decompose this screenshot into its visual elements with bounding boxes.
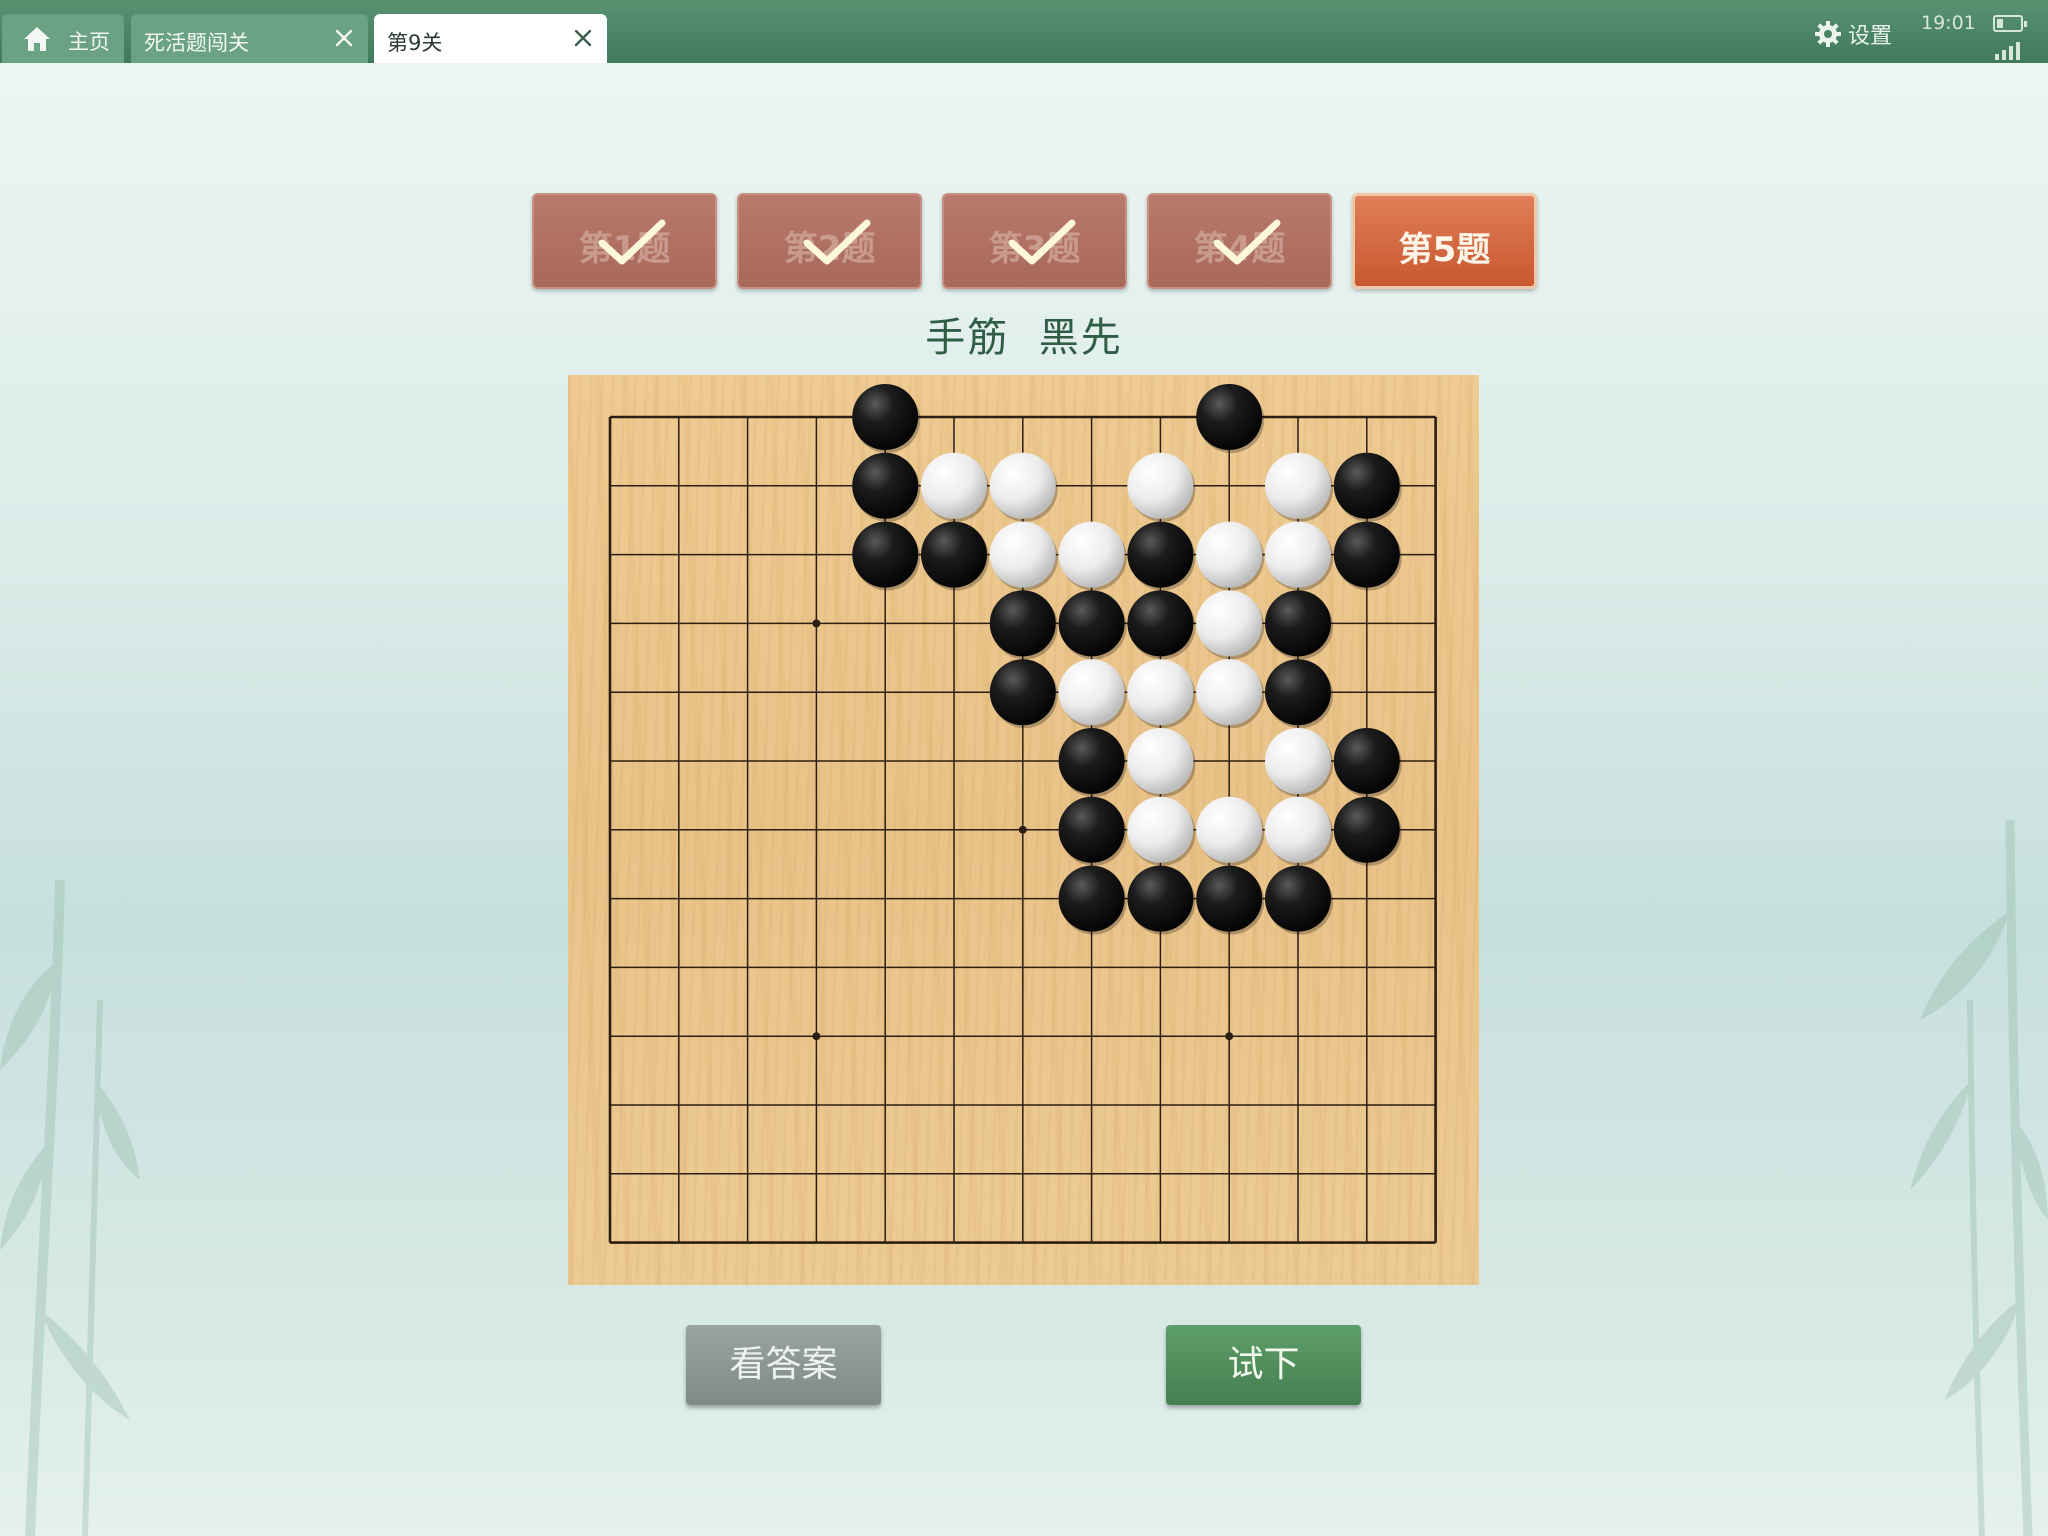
home-icon	[24, 27, 50, 51]
white-stone	[1127, 796, 1194, 863]
settings-button[interactable]: 设置	[1814, 18, 1892, 50]
white-stone	[1265, 728, 1331, 794]
black-stone	[1127, 865, 1194, 932]
star-point	[812, 619, 821, 628]
problem-selector: 第1题 第2题 第3题 第4题 第5题	[0, 193, 2048, 289]
black-stone	[1333, 728, 1400, 794]
black-stone	[1127, 590, 1194, 657]
black-stone	[852, 521, 919, 588]
go-board[interactable]	[568, 375, 1479, 1285]
white-stone	[1058, 659, 1125, 726]
tab-label: 主页	[68, 30, 110, 54]
black-stone	[1196, 384, 1263, 450]
black-stone	[1265, 865, 1331, 932]
battery-icon	[1993, 15, 2027, 32]
black-stone	[1058, 796, 1125, 863]
white-stone	[921, 452, 987, 519]
black-stone	[1058, 728, 1125, 794]
black-stone	[1333, 796, 1400, 863]
black-stone	[1127, 521, 1194, 588]
white-stone	[1196, 521, 1263, 588]
problem-5-button[interactable]: 第5题	[1352, 193, 1537, 289]
black-stone	[1333, 452, 1400, 519]
problem-2-button[interactable]: 第2题	[737, 193, 922, 289]
star-point	[812, 1032, 821, 1041]
tab-life-death-challenge[interactable]: 死活题闯关	[131, 14, 368, 63]
star-point	[1225, 1032, 1234, 1041]
white-stone	[1196, 659, 1263, 726]
check-icon	[803, 219, 871, 265]
problem-3-button[interactable]: 第3题	[942, 193, 1127, 289]
white-stone	[1127, 728, 1194, 794]
white-stone	[1058, 521, 1125, 588]
problem-label: 第5题	[1398, 230, 1491, 270]
check-icon	[598, 219, 666, 265]
gear-icon	[1815, 21, 1841, 47]
white-stone	[989, 452, 1056, 519]
bamboo-decoration-left	[0, 880, 140, 1536]
white-stone	[1265, 521, 1331, 588]
white-stone	[1127, 452, 1194, 519]
top-bar: 主页 死活题闯关 第9关 设置 19:01	[0, 0, 2048, 63]
black-stone	[1058, 590, 1125, 657]
board-grid	[608, 384, 1437, 1244]
signal-icon	[1995, 38, 2025, 60]
clock: 19:01	[1921, 12, 1976, 34]
problem-4-button[interactable]: 第4题	[1147, 193, 1332, 289]
try-move-button[interactable]: 试下	[1166, 1325, 1361, 1405]
black-stone	[989, 590, 1056, 657]
check-icon	[1008, 219, 1076, 265]
white-stone	[1196, 796, 1263, 863]
bamboo-decoration-right	[1910, 820, 2048, 1536]
black-stone	[921, 521, 987, 588]
tab-label: 死活题闯关	[144, 31, 249, 55]
tab-home[interactable]: 主页	[2, 14, 124, 63]
black-stone	[1333, 521, 1400, 588]
star-point	[1018, 825, 1027, 834]
tab-label: 第9关	[387, 31, 443, 55]
check-icon	[1213, 219, 1281, 265]
tab-level-9[interactable]: 第9关	[374, 14, 607, 63]
white-stone	[989, 521, 1056, 588]
black-stone	[852, 452, 919, 519]
black-stone	[1265, 659, 1331, 726]
white-stone	[1265, 452, 1331, 519]
problem-1-button[interactable]: 第1题	[532, 193, 717, 289]
close-icon[interactable]	[332, 26, 356, 50]
view-answer-button[interactable]: 看答案	[686, 1325, 881, 1405]
close-icon[interactable]	[571, 26, 595, 50]
settings-label: 设置	[1848, 24, 1893, 49]
black-stone	[1265, 590, 1331, 657]
white-stone	[1127, 659, 1194, 726]
black-stone	[1058, 865, 1125, 932]
black-stone	[1196, 865, 1263, 932]
black-stone	[989, 659, 1056, 726]
white-stone	[1265, 796, 1331, 863]
white-stone	[1196, 590, 1263, 657]
black-stone	[852, 384, 919, 450]
problem-caption: 手筋 黑先	[925, 315, 1123, 361]
